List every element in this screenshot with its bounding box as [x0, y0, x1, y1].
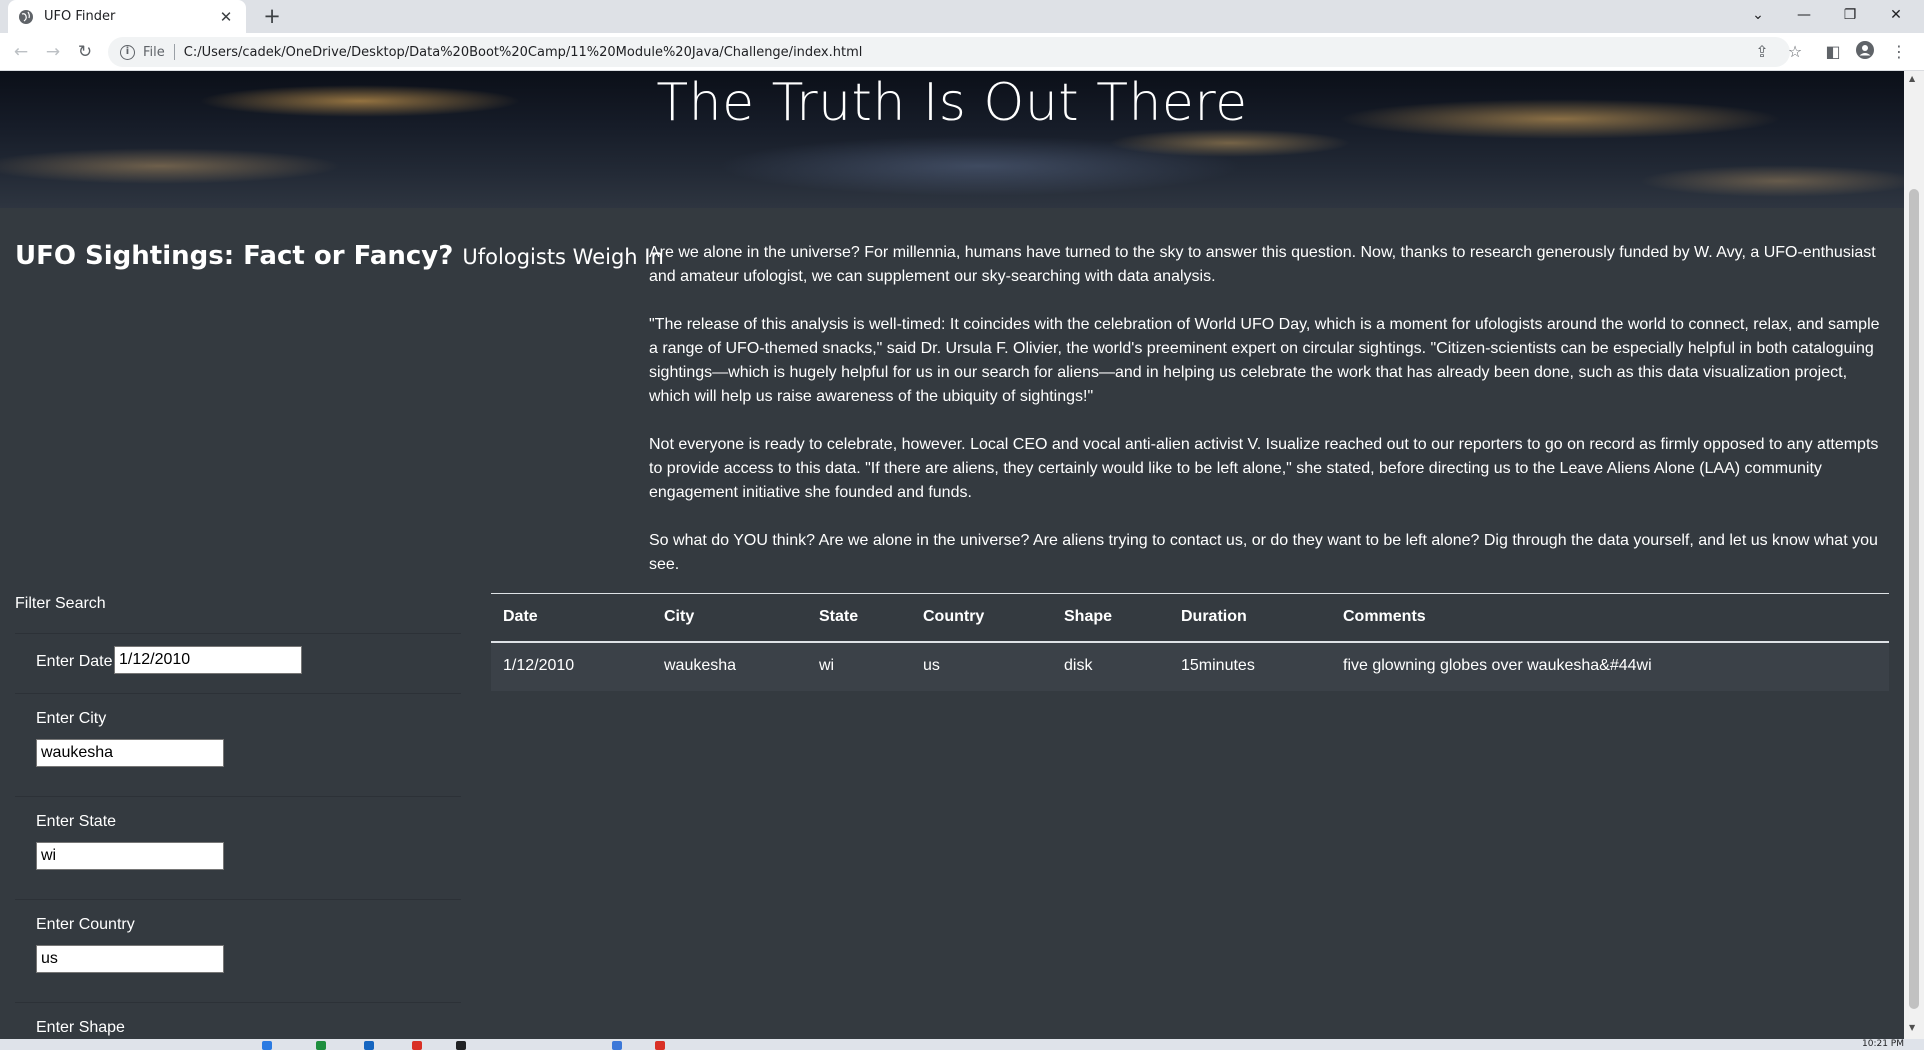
table-row: 1/12/2010 waukesha wi us disk 15minutes …: [491, 643, 1889, 691]
column-header-state: State: [819, 608, 859, 625]
filter-row-shape: Enter Shape: [15, 1003, 461, 1039]
taskbar-app-icon[interactable]: [364, 1041, 374, 1050]
reload-icon[interactable]: ↻: [74, 41, 96, 63]
column-header-date: Date: [503, 608, 538, 625]
column-header-duration: Duration: [1181, 608, 1247, 625]
tab-ufo-finder[interactable]: UFO Finder ✕: [8, 0, 246, 33]
page-viewport: The Truth Is Out There UFO Sightings: Fa…: [0, 71, 1904, 1039]
country-input[interactable]: [36, 945, 224, 973]
country-label: Enter Country: [36, 916, 135, 933]
column-header-comments: Comments: [1343, 608, 1426, 625]
column-header-shape: Shape: [1064, 608, 1113, 625]
taskbar-clock: 10:21 PM: [1862, 1039, 1904, 1049]
page-headline: UFO Sightings: Fact or Fancy? Ufologists…: [15, 241, 664, 271]
tab-title: UFO Finder: [44, 9, 116, 24]
side-panel-icon[interactable]: ◧: [1822, 41, 1844, 63]
new-tab-button[interactable]: +: [260, 5, 284, 29]
tab-search-icon[interactable]: ⌄: [1736, 0, 1780, 33]
taskbar-app-icon[interactable]: [456, 1041, 466, 1050]
forward-icon[interactable]: →: [42, 41, 64, 63]
filter-title: Filter Search: [15, 595, 106, 612]
share-icon[interactable]: ⇪: [1751, 41, 1773, 63]
menu-kebab-icon[interactable]: ⋮: [1888, 41, 1910, 63]
state-input[interactable]: [36, 842, 224, 870]
column-header-city: City: [664, 608, 695, 625]
filter-panel: Enter Date Enter City Enter State Enter …: [15, 633, 461, 1039]
info-icon[interactable]: i: [120, 44, 135, 60]
scroll-thumb[interactable]: [1909, 189, 1919, 1009]
article-paragraph: "The release of this analysis is well-ti…: [649, 316, 1880, 405]
filter-row-city: Enter City: [15, 694, 461, 797]
city-input[interactable]: [36, 739, 224, 767]
taskbar-app-icon[interactable]: [412, 1041, 422, 1050]
restore-button[interactable]: ❐: [1828, 0, 1872, 33]
date-input[interactable]: [114, 646, 302, 674]
taskbar-app-icon[interactable]: [612, 1041, 622, 1050]
globe-icon: [19, 9, 33, 24]
cell-state: wi: [819, 657, 835, 674]
sightings-table: Date City State Country Shape Duration C…: [491, 593, 1889, 691]
close-window-button[interactable]: ✕: [1874, 0, 1918, 33]
table-header: Date City State Country Shape Duration C…: [491, 593, 1889, 643]
tab-strip: UFO Finder ✕ + ⌄ — ❐ ✕: [0, 0, 1924, 33]
scroll-up-arrow-icon[interactable]: ▲: [1909, 74, 1915, 83]
article-body: Are we alone in the universe? For millen…: [649, 241, 1889, 601]
column-header-country: Country: [923, 608, 985, 625]
headline-sub: Ufologists Weigh In: [462, 245, 664, 269]
cell-city: waukesha: [664, 657, 737, 674]
hero-banner: The Truth Is Out There: [0, 71, 1904, 208]
back-icon[interactable]: ←: [10, 41, 32, 63]
url-scheme: File: [143, 44, 165, 60]
filter-row-country: Enter Country: [15, 900, 461, 1003]
article-paragraph: Are we alone in the universe? For millen…: [649, 244, 1876, 285]
url-separator: [173, 44, 175, 60]
shape-label: Enter Shape: [36, 1019, 125, 1036]
os-taskbar: 10:21 PM: [0, 1039, 1924, 1050]
address-bar[interactable]: i File C:/Users/cadek/OneDrive/Desktop/D…: [108, 37, 1790, 67]
article-paragraph: Not everyone is ready to celebrate, howe…: [649, 436, 1879, 501]
hero-title: The Truth Is Out There: [656, 73, 1248, 133]
cell-date: 1/12/2010: [503, 657, 575, 674]
state-label: Enter State: [36, 813, 117, 830]
filter-row-date: Enter Date: [15, 634, 461, 694]
headline-main: UFO Sightings: Fact or Fancy?: [15, 241, 454, 271]
browser-toolbar: ← → ↻ i File C:/Users/cadek/OneDrive/Des…: [0, 33, 1924, 71]
taskbar-app-icon[interactable]: [316, 1041, 326, 1050]
cell-shape: disk: [1064, 657, 1093, 674]
url-text[interactable]: C:/Users/cadek/OneDrive/Desktop/Data%20B…: [184, 45, 863, 60]
profile-avatar-icon[interactable]: [1854, 41, 1876, 63]
cell-comments: five glowning globes over waukesha&#44wi: [1343, 657, 1652, 674]
scroll-down-arrow-icon[interactable]: ▼: [1909, 1023, 1915, 1032]
cell-country: us: [923, 657, 940, 674]
article-paragraph: So what do YOU think? Are we alone in th…: [649, 532, 1878, 573]
bookmark-star-icon[interactable]: ☆: [1784, 41, 1806, 63]
city-label: Enter City: [36, 710, 107, 727]
taskbar-app-icon[interactable]: [262, 1041, 272, 1050]
taskbar-app-icon[interactable]: [655, 1041, 665, 1050]
page-scrollbar[interactable]: ▲ ▼: [1904, 71, 1924, 1039]
close-tab-icon[interactable]: ✕: [216, 8, 236, 26]
date-label: Enter Date: [36, 653, 113, 670]
cell-duration: 15minutes: [1181, 657, 1255, 674]
filter-row-state: Enter State: [15, 797, 461, 900]
minimize-button[interactable]: —: [1782, 0, 1826, 33]
